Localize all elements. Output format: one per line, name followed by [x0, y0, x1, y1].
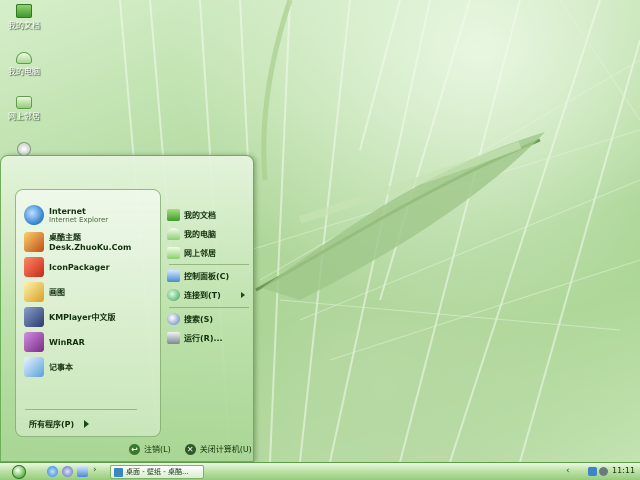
start-connect-to[interactable]: 连接到(T): [167, 287, 251, 303]
arrow-right-icon: [84, 420, 90, 428]
tray-network-icon[interactable]: [588, 467, 597, 476]
arrow-right-icon: [241, 292, 245, 298]
start-menu-footer: ↩ 注销(L) ✕ 关闭计算机(U): [1, 438, 253, 461]
all-programs-label: 所有程序(P): [29, 419, 75, 429]
start-place-label: 网上邻居: [184, 248, 216, 258]
desktop-icon-my-computer[interactable]: 我的电脑: [2, 52, 46, 77]
start-orb-icon: [12, 465, 26, 479]
start-item-paint[interactable]: 画图: [24, 281, 158, 303]
shutdown-label: 关闭计算机(U): [199, 445, 252, 454]
start-item-title: KMPlayer中文版: [49, 312, 116, 322]
start-control-panel[interactable]: 控制面板(C): [167, 268, 251, 284]
start-place-label: 我的电脑: [184, 229, 216, 239]
desktop-icon-label: 我的文档: [8, 21, 40, 30]
control-panel-icon: [167, 270, 180, 282]
search-icon: [167, 313, 180, 325]
desktop-icon-label: 我的电脑: [8, 67, 40, 76]
shutdown-button[interactable]: ✕ 关闭计算机(U): [184, 444, 252, 455]
all-programs-button[interactable]: 所有程序(P): [29, 417, 129, 431]
run-icon: [167, 332, 180, 344]
start-menu: Internet Internet Explorer 桌酷主题Desk.Zhuo…: [0, 155, 254, 462]
start-item-zhuoku[interactable]: 桌酷主题Desk.ZhuoKu.Com: [24, 231, 158, 253]
shutdown-icon: ✕: [184, 444, 196, 455]
start-search-label: 搜索(S): [184, 314, 214, 324]
logoff-button[interactable]: ↩ 注销(L): [129, 444, 171, 455]
programs-separator: [25, 409, 137, 410]
my-documents-icon: [167, 209, 180, 221]
quicklaunch-ie-icon[interactable]: [47, 466, 58, 477]
right-separator: [169, 307, 249, 308]
network-places-icon: [16, 96, 32, 109]
internet-explorer-icon: [24, 205, 44, 225]
start-menu-programs-pane: Internet Internet Explorer 桌酷主题Desk.Zhuo…: [15, 189, 161, 437]
taskbar-button-label: 桌面 - 壁纸 - 桌酷...: [126, 468, 189, 476]
start-place-my-computer[interactable]: 我的电脑: [167, 226, 251, 242]
winrar-icon: [24, 332, 44, 352]
start-item-winrar[interactable]: WinRAR: [24, 331, 158, 353]
my-computer-icon: [167, 228, 180, 240]
my-computer-icon: [16, 52, 32, 64]
quicklaunch-chevron-icon[interactable]: ›: [93, 465, 104, 476]
start-run-label: 运行(R)...: [184, 333, 223, 343]
start-item-kmplayer[interactable]: KMPlayer中文版: [24, 306, 158, 328]
start-control-panel-label: 控制面板(C): [184, 271, 230, 281]
start-place-network-places[interactable]: 网上邻居: [167, 245, 251, 261]
kmplayer-icon: [24, 307, 44, 327]
start-item-title: 画图: [49, 287, 65, 297]
start-item-title: Internet: [49, 206, 86, 216]
start-item-title: 桌酷主题Desk.ZhuoKu.Com: [49, 233, 132, 252]
start-item-title: IconPackager: [49, 262, 110, 272]
start-search[interactable]: 搜索(S): [167, 311, 251, 327]
iconpackager-icon: [24, 257, 44, 277]
right-separator: [169, 264, 249, 265]
start-item-title: WinRAR: [49, 337, 85, 347]
paint-icon: [24, 282, 44, 302]
start-place-label: 我的文档: [184, 210, 216, 220]
start-item-title: 记事本: [49, 362, 73, 372]
start-run[interactable]: 运行(R)...: [167, 330, 251, 346]
taskbar-button-window[interactable]: 桌面 - 壁纸 - 桌酷...: [110, 465, 204, 479]
desktop-icon-my-documents[interactable]: 我的文档: [2, 4, 46, 31]
quicklaunch-media-icon[interactable]: [62, 466, 73, 477]
my-documents-icon: [16, 4, 32, 18]
logoff-icon: ↩: [129, 444, 140, 455]
logoff-label: 注销(L): [144, 445, 171, 454]
start-item-internet-explorer[interactable]: Internet Internet Explorer: [24, 204, 158, 226]
quicklaunch-desktop-icon[interactable]: [77, 466, 88, 477]
taskbar: › 桌面 - 壁纸 - 桌酷... ‹ 11:11: [0, 462, 640, 480]
notepad-icon: [24, 357, 44, 377]
window-icon: [114, 467, 123, 477]
start-connect-to-label: 连接到(T): [184, 290, 221, 300]
network-places-icon: [167, 247, 180, 259]
recycle-bin-icon: [17, 142, 31, 156]
start-item-iconpackager[interactable]: IconPackager: [24, 256, 158, 278]
start-item-subtitle: Internet Explorer: [49, 215, 109, 224]
start-place-my-documents[interactable]: 我的文档: [167, 207, 251, 223]
desktop-icon-network-places[interactable]: 网上邻居: [2, 96, 46, 122]
tray-volume-icon[interactable]: [599, 467, 608, 476]
start-item-notepad[interactable]: 记事本: [24, 356, 158, 378]
tray-expand-icon[interactable]: ‹: [566, 466, 570, 476]
zhuoku-icon: [24, 232, 44, 252]
clock[interactable]: 11:11: [612, 466, 635, 475]
start-button[interactable]: [8, 464, 30, 480]
desktop-icon-label: 网上邻居: [8, 112, 40, 121]
connect-to-icon: [167, 289, 180, 301]
